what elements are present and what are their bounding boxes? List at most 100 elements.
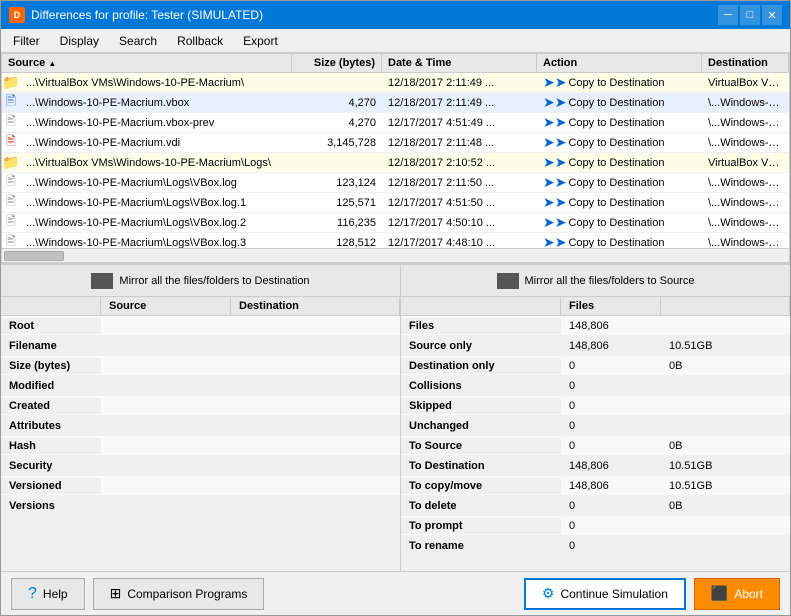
table-row[interactable]: 🖹 ...\Windows-10-PE-Macrium\Logs\VBox.lo… xyxy=(2,193,789,213)
cell-action: ➤➤ Copy to Destination xyxy=(537,92,702,113)
row-icon-file: 🖹 xyxy=(2,213,20,233)
cell-action: ➤➤ Copy to Destination xyxy=(537,172,702,193)
row-icon-folder: 📁 xyxy=(2,73,20,93)
action-arrow-icon: ➤➤ xyxy=(543,234,566,248)
cell-datetime: 12/17/2017 4:51:50 ... xyxy=(382,195,537,211)
scrollbar-thumb[interactable] xyxy=(4,251,64,261)
cell-size: 123,124 xyxy=(292,175,382,191)
list-item: To Destination 148,806 10.51GB xyxy=(401,456,790,476)
footer: ? Help ⊞ Comparison Programs ⚙ Continue … xyxy=(1,571,790,615)
help-icon: ? xyxy=(28,585,37,603)
action-arrow-icon: ➤➤ xyxy=(543,154,566,171)
list-item: Filename xyxy=(1,336,400,356)
cell-action: ➤➤ Copy to Destination xyxy=(537,132,702,153)
list-item: Versions xyxy=(1,496,400,516)
col-header-datetime[interactable]: Date & Time xyxy=(382,54,537,72)
row-icon-file: 🖹 xyxy=(2,233,20,249)
cell-dest: \...Windows-10-... xyxy=(702,235,789,249)
stats-body: Files 148,806 Source only 148,806 10.51G… xyxy=(401,316,790,571)
col-header-action[interactable]: Action xyxy=(537,54,702,72)
menu-rollback[interactable]: Rollback xyxy=(169,32,231,50)
action-arrow-icon: ➤➤ xyxy=(543,194,566,211)
action-arrow-icon: ➤➤ xyxy=(543,94,566,111)
table-row[interactable]: 🖹 ...\Windows-10-PE-Macrium\Logs\VBox.lo… xyxy=(2,213,789,233)
table-row[interactable]: 🖹 ...\Windows-10-PE-Macrium.vbox 4,270 1… xyxy=(2,93,789,113)
help-button[interactable]: ? Help xyxy=(11,578,85,610)
file-list-header: Source ▲ Size (bytes) Date & Time Action… xyxy=(2,54,789,73)
cell-size: 4,270 xyxy=(292,115,382,131)
list-item: Root xyxy=(1,316,400,336)
col-header-dest[interactable]: Destination xyxy=(702,54,789,72)
cell-action: ➤➤ Copy to Destination xyxy=(537,152,702,173)
menu-export[interactable]: Export xyxy=(235,32,286,50)
cell-size: 125,571 xyxy=(292,195,382,211)
table-row[interactable]: 📁 ...\VirtualBox VMs\Windows-10-PE-Macri… xyxy=(2,73,789,93)
menu-search[interactable]: Search xyxy=(111,32,165,50)
continue-simulation-button[interactable]: ⚙ Continue Simulation xyxy=(524,578,686,610)
cell-dest: \...Windows-10-... xyxy=(702,115,789,131)
minimize-button[interactable]: ─ xyxy=(718,5,738,25)
comparison-icon: ⊞ xyxy=(110,585,122,602)
list-item: Destination only 0 0B xyxy=(401,356,790,376)
menu-display[interactable]: Display xyxy=(52,32,107,50)
stats-header: Files xyxy=(401,297,790,316)
maximize-button[interactable]: □ xyxy=(740,5,760,25)
cell-action: ➤➤ Copy to Destination xyxy=(537,192,702,213)
cell-datetime: 12/17/2017 4:48:10 ... xyxy=(382,235,537,249)
mirror-to-dest-bar: Mirror all the files/folders to Destinat… xyxy=(1,265,400,297)
col-header-size[interactable]: Size (bytes) xyxy=(292,54,382,72)
table-row[interactable]: 🖹 ...\Windows-10-PE-Macrium\Logs\VBox.lo… xyxy=(2,173,789,193)
title-bar-controls: ─ □ ✕ xyxy=(718,5,782,25)
cell-source: ...\Windows-10-PE-Macrium.vbox-prev xyxy=(20,115,292,131)
footer-right: ⚙ Continue Simulation ⬛ Abort xyxy=(524,578,780,610)
cell-source: ...\Windows-10-PE-Macrium\Logs\VBox.log.… xyxy=(20,195,292,211)
table-row[interactable]: 📁 ...\VirtualBox VMs\Windows-10-PE-Macri… xyxy=(2,153,789,173)
col-header-source[interactable]: Source ▲ xyxy=(2,54,292,72)
cell-source: ...\Windows-10-PE-Macrium\Logs\VBox.log.… xyxy=(20,235,292,249)
row-icon-folder: 📁 xyxy=(2,153,20,173)
cell-source: ...\Windows-10-PE-Macrium.vdi xyxy=(20,135,292,151)
table-row[interactable]: 🖹 ...\Windows-10-PE-Macrium.vdi 3,145,72… xyxy=(2,133,789,153)
cell-source: ...\Windows-10-PE-Macrium\Logs\VBox.log xyxy=(20,175,292,191)
file-list-body[interactable]: 📁 ...\VirtualBox VMs\Windows-10-PE-Macri… xyxy=(2,73,789,248)
left-panel: Mirror all the files/folders to Destinat… xyxy=(1,265,401,571)
menu-bar: Filter Display Search Rollback Export xyxy=(1,29,790,53)
detail-col-header-label xyxy=(1,297,101,315)
list-item: Unchanged 0 xyxy=(401,416,790,436)
row-icon-vdi: 🖹 xyxy=(2,133,20,153)
list-item: Source only 148,806 10.51GB xyxy=(401,336,790,356)
abort-button[interactable]: ⬛ Abort xyxy=(694,578,780,610)
table-row[interactable]: 🖹 ...\Windows-10-PE-Macrium.vbox-prev 4,… xyxy=(2,113,789,133)
cell-dest: \...Windows-10-... xyxy=(702,195,789,211)
list-item: To rename 0 xyxy=(401,536,790,556)
gear-icon: ⚙ xyxy=(542,585,555,602)
cell-datetime: 12/17/2017 4:51:49 ... xyxy=(382,115,537,131)
sort-arrow-icon: ▲ xyxy=(48,59,56,68)
action-arrow-icon: ➤➤ xyxy=(543,74,566,91)
cell-datetime: 12/18/2017 2:11:49 ... xyxy=(382,95,537,111)
title-bar: D Differences for profile: Tester (SIMUL… xyxy=(1,1,790,29)
table-row[interactable]: 🖹 ...\Windows-10-PE-Macrium\Logs\VBox.lo… xyxy=(2,233,789,248)
list-item: Created xyxy=(1,396,400,416)
list-item: To delete 0 0B xyxy=(401,496,790,516)
abort-icon: ⬛ xyxy=(711,585,728,602)
cell-action: ➤➤ Copy to Destination xyxy=(537,73,702,93)
list-item: Collisions 0 xyxy=(401,376,790,396)
close-button[interactable]: ✕ xyxy=(762,5,782,25)
row-icon-file: 🖹 xyxy=(2,173,20,193)
comparison-programs-button[interactable]: ⊞ Comparison Programs xyxy=(93,578,265,610)
menu-filter[interactable]: Filter xyxy=(5,32,48,50)
row-icon-file: 🖹 xyxy=(2,113,20,133)
right-panel: Mirror all the files/folders to Source F… xyxy=(401,265,790,571)
footer-left: ? Help ⊞ Comparison Programs xyxy=(11,578,264,610)
detail-header: Source Destination xyxy=(1,297,400,316)
list-item: Attributes xyxy=(1,416,400,436)
row-icon-vbox: 🖹 xyxy=(2,93,20,113)
stats-col-header-files: Files xyxy=(561,297,661,315)
cell-datetime: 12/18/2017 2:11:49 ... xyxy=(382,75,537,91)
cell-source: ...\Windows-10-PE-Macrium\Logs\VBox.log.… xyxy=(20,215,292,231)
cell-size: 116,235 xyxy=(292,215,382,231)
cell-size: 4,270 xyxy=(292,95,382,111)
horizontal-scrollbar[interactable] xyxy=(2,248,789,262)
cell-size: 3,145,728 xyxy=(292,135,382,151)
